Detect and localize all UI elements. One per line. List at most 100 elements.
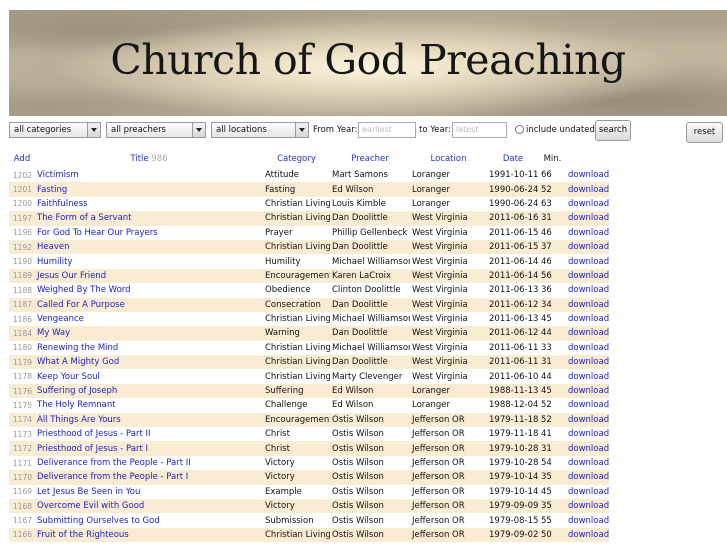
- sermon-category: Example: [265, 486, 302, 497]
- download-link[interactable]: download: [566, 355, 609, 370]
- search-button[interactable]: search: [595, 120, 631, 141]
- download-link[interactable]: download: [566, 485, 609, 499]
- download-link[interactable]: download: [566, 211, 609, 226]
- sermon-title-link[interactable]: Suffering of Joseph: [35, 383, 263, 399]
- download-link[interactable]: download: [566, 527, 609, 543]
- sermon-date: 1979-10-14: [489, 486, 539, 497]
- title-header-label: Title: [130, 154, 149, 164]
- sermon-title-link[interactable]: Vengeance: [35, 312, 263, 326]
- table-row: 1186 Vengeance Christian Living Michael Wil…: [9, 312, 609, 326]
- sermon-title-link[interactable]: Humility: [35, 254, 263, 268]
- download-link[interactable]: download: [566, 456, 609, 470]
- reset-button[interactable]: reset: [686, 122, 723, 143]
- download-link[interactable]: download: [566, 427, 609, 441]
- title-header[interactable]: Title 986: [35, 152, 263, 168]
- sermon-id: 1184: [9, 326, 35, 341]
- sermon-date: 1979-09-09: [487, 498, 539, 514]
- sermon-title-link[interactable]: Priesthood of Jesus - Part II: [35, 427, 263, 441]
- sermon-minutes: 33: [541, 342, 552, 353]
- sermon-title-link[interactable]: Fruit of the Righteous: [35, 527, 263, 543]
- sermon-preacher: Ed Wilson: [330, 182, 410, 197]
- sermon-title-link[interactable]: Overcome Evil with Good: [35, 498, 263, 514]
- from-year-input[interactable]: earliest: [358, 122, 416, 138]
- download-link[interactable]: download: [566, 513, 609, 527]
- download-link[interactable]: download: [566, 297, 609, 312]
- location-select[interactable]: all locations: [211, 122, 309, 138]
- download-header: [566, 152, 609, 168]
- download-link[interactable]: download: [566, 412, 609, 428]
- sermon-title-link[interactable]: All Things Are Yours: [35, 412, 263, 428]
- sermon-location: Jefferson OR: [412, 515, 465, 526]
- sermon-title-link[interactable]: Let Jesus Be Seen in You: [35, 485, 263, 499]
- download-link[interactable]: download: [566, 268, 609, 284]
- download-link[interactable]: download: [566, 383, 609, 399]
- download-link[interactable]: download: [566, 182, 609, 197]
- sermon-id: 1188: [12, 285, 32, 295]
- table-row: 1170 Deliverance from the People - Part I…: [9, 470, 609, 485]
- sermon-title-link[interactable]: Faithfulness: [35, 197, 263, 211]
- sermon-title-link[interactable]: What A Mighty God: [35, 355, 263, 370]
- preacher-select[interactable]: all preachers: [106, 122, 206, 138]
- download-link[interactable]: download: [566, 398, 609, 412]
- table-row: 1178 Keep Your Soul Christian Living Marty …: [9, 369, 609, 383]
- sermon-location: West Virginia: [410, 268, 487, 284]
- sermon-title-link[interactable]: For God To Hear Our Prayers: [35, 226, 263, 240]
- sermon-title-link[interactable]: Deliverance from the People - Part II: [35, 456, 263, 470]
- sermon-date: 2011-06-15: [489, 227, 539, 238]
- download-link[interactable]: download: [566, 197, 609, 211]
- sermon-title-link[interactable]: Renewing the Mind: [35, 341, 263, 355]
- download-link[interactable]: download: [566, 239, 609, 255]
- sermon-title-link[interactable]: Victimism: [35, 168, 263, 182]
- sermon-title-link[interactable]: The Form of a Servant: [35, 211, 263, 226]
- location-header[interactable]: Location: [410, 152, 487, 168]
- download-link[interactable]: download: [566, 326, 609, 341]
- sermon-title-link[interactable]: Deliverance from the People - Part I: [35, 470, 263, 485]
- download-link[interactable]: download: [566, 441, 609, 456]
- download-link[interactable]: download: [566, 283, 609, 297]
- sermon-preacher: Dan Doolittle: [330, 326, 410, 341]
- table-row: 1187 Called For A Purpose Consecration Dan …: [9, 297, 609, 312]
- sermon-title-link[interactable]: Jesus Our Friend: [35, 268, 263, 284]
- table-row: 1197 The Form of a Servant Christian Livin…: [9, 211, 609, 226]
- sermon-title-link[interactable]: Called For A Purpose: [35, 297, 263, 312]
- include-undated-radio[interactable]: [515, 125, 524, 134]
- preacher-header[interactable]: Preacher: [330, 152, 410, 168]
- add-header[interactable]: Add: [9, 152, 35, 168]
- sermon-id: 1167: [12, 516, 32, 526]
- category-select[interactable]: all categories: [9, 122, 101, 138]
- sermon-location: West Virginia: [412, 314, 468, 325]
- download-link[interactable]: download: [566, 498, 609, 514]
- download-link[interactable]: download: [566, 470, 609, 485]
- sermon-location: Jefferson OR: [412, 429, 465, 440]
- sermon-date: 2011-06-11: [489, 342, 539, 353]
- sermon-title-link[interactable]: Fasting: [35, 182, 263, 197]
- download-link[interactable]: download: [566, 254, 609, 268]
- sermon-title-link[interactable]: My Way: [35, 326, 263, 341]
- sermon-preacher: Ostis Wilson: [330, 498, 410, 514]
- table-header-row: Add Title 986 Category Preacher Location…: [9, 152, 609, 168]
- to-year-input[interactable]: latest: [452, 122, 507, 138]
- sermon-count: 986: [151, 154, 168, 164]
- sermon-id: 1196: [12, 228, 32, 238]
- download-link[interactable]: download: [566, 369, 609, 383]
- download-link[interactable]: download: [566, 341, 609, 355]
- sermon-id: 1201: [9, 182, 35, 197]
- sermon-title-link[interactable]: Priesthood of Jesus - Part I: [35, 441, 263, 456]
- sermon-title-link[interactable]: Heaven: [35, 239, 263, 255]
- include-undated-label: include undated: [526, 125, 595, 135]
- sermon-title-link[interactable]: The Holy Remnant: [35, 398, 263, 412]
- sermon-id: 1169: [12, 487, 32, 497]
- sermon-title-link[interactable]: Submitting Ourselves to God: [35, 513, 263, 527]
- download-link[interactable]: download: [566, 226, 609, 240]
- sermon-title-link[interactable]: Weighed By The Word: [35, 283, 263, 297]
- download-link[interactable]: download: [566, 168, 609, 182]
- sermon-date: 2011-06-14: [487, 268, 539, 284]
- table-row: 1192 Heaven Christian Living Dan Doolittle W…: [9, 239, 609, 255]
- sermon-id: 1178: [12, 372, 32, 382]
- sermon-minutes: 34: [539, 297, 566, 312]
- download-link[interactable]: download: [566, 312, 609, 326]
- date-header[interactable]: Date: [487, 152, 539, 168]
- sermon-preacher: Michael Williamson: [332, 342, 410, 353]
- sermon-title-link[interactable]: Keep Your Soul: [35, 369, 263, 383]
- category-header[interactable]: Category: [263, 152, 330, 168]
